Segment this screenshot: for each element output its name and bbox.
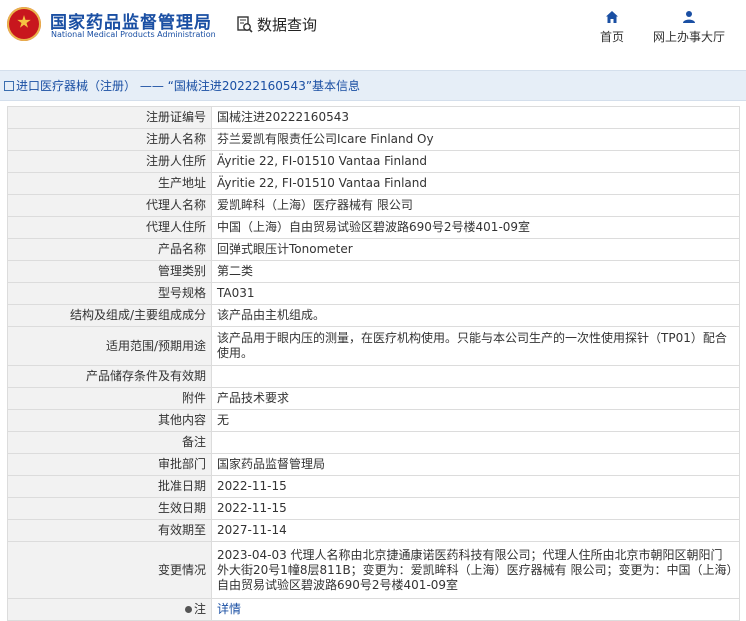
field-value: 2027-11-14 xyxy=(211,519,740,542)
table-row: 代理人住所 中国（上海）自由贸易试验区碧波路690号2号楼401-09室 xyxy=(7,216,740,239)
table-row: 代理人名称 爱凯眸科（上海）医疗器械有 限公司 xyxy=(7,194,740,217)
breadcrumb-text: 进口医疗器械（注册） —— “国械注进20222160543”基本信息 xyxy=(16,79,361,93)
table-row: 结构及组成/主要组成成分 该产品由主机组成。 xyxy=(7,304,740,327)
nav-online-hall[interactable]: 网上办事大厅 xyxy=(653,10,725,45)
field-label: 适用范围/预期用途 xyxy=(7,326,212,366)
table-row: 备注 xyxy=(7,431,740,454)
nav-home-label: 首页 xyxy=(600,30,625,44)
field-value: 国械注进20222160543 xyxy=(211,106,740,129)
note-value-cell: 详情 xyxy=(211,598,740,621)
table-row: 管理类别 第二类 xyxy=(7,260,740,283)
data-query-link[interactable]: 数据查询 xyxy=(237,14,317,35)
table-row: 注册人住所 Äyritie 22, FI-01510 Vantaa Finland xyxy=(7,150,740,173)
site-header: 国家药品监督管理局 National Medical Products Admi… xyxy=(0,0,746,60)
field-value: 该产品用于眼内压的测量，在医疗机构使用。只能与本公司生产的一次性使用探针（TP0… xyxy=(211,326,740,366)
field-label: 结构及组成/主要组成成分 xyxy=(7,304,212,327)
note-label: 注 xyxy=(193,602,206,616)
field-value: TA031 xyxy=(211,282,740,305)
field-label: 生效日期 xyxy=(7,497,212,520)
note-label-cell: 注 xyxy=(7,598,212,621)
field-label: 备注 xyxy=(7,431,212,454)
field-value: 回弹式眼压计Tonometer xyxy=(211,238,740,261)
emblem-logo-icon xyxy=(7,7,41,41)
table-row: 产品名称 回弹式眼压计Tonometer xyxy=(7,238,740,261)
note-row: 注 详情 xyxy=(7,598,740,621)
field-value: 该产品由主机组成。 xyxy=(211,304,740,327)
field-label: 变更情况 xyxy=(7,541,212,599)
field-label: 审批部门 xyxy=(7,453,212,476)
note-icon xyxy=(184,606,192,613)
user-icon xyxy=(683,11,695,23)
field-label: 产品储存条件及有效期 xyxy=(7,365,212,388)
field-value: 爱凯眸科（上海）医疗器械有 限公司 xyxy=(211,194,740,217)
page-icon xyxy=(4,80,14,91)
field-value: 中国（上海）自由贸易试验区碧波路690号2号楼401-09室 xyxy=(211,216,740,239)
field-label: 附件 xyxy=(7,387,212,410)
device-info-table: 注册证编号 国械注进20222160543 注册人名称 芬兰爱凯有限责任公司Icar… xyxy=(7,106,740,621)
field-label: 注册证编号 xyxy=(7,106,212,129)
field-value: 2023-04-03 代理人名称由北京捷通康诺医药科技有限公司；代理人住所由北京… xyxy=(211,541,740,599)
field-value: Äyritie 22, FI-01510 Vantaa Finland xyxy=(211,172,740,195)
field-label: 其他内容 xyxy=(7,409,212,432)
field-label: 代理人住所 xyxy=(7,216,212,239)
nav-home[interactable]: 首页 xyxy=(600,10,624,45)
table-row: 有效期至 2027-11-14 xyxy=(7,519,740,542)
field-label: 有效期至 xyxy=(7,519,212,542)
home-icon xyxy=(606,11,618,23)
table-row: 注册证编号 国械注进20222160543 xyxy=(7,106,740,129)
table-row: 附件 产品技术要求 xyxy=(7,387,740,410)
field-label: 注册人住所 xyxy=(7,150,212,173)
field-value xyxy=(211,431,740,454)
field-value: 无 xyxy=(211,409,740,432)
table-row: 注册人名称 芬兰爱凯有限责任公司Icare Finland Oy xyxy=(7,128,740,151)
data-query-label: 数据查询 xyxy=(257,16,318,34)
field-label: 代理人名称 xyxy=(7,194,212,217)
field-label: 型号规格 xyxy=(7,282,212,305)
nav-online-hall-label: 网上办事大厅 xyxy=(653,30,726,44)
table-row: 生效日期 2022-11-15 xyxy=(7,497,740,520)
field-value: 产品技术要求 xyxy=(211,387,740,410)
field-value xyxy=(211,365,740,388)
search-document-icon xyxy=(237,15,253,33)
details-link[interactable]: 详情 xyxy=(217,602,241,616)
table-row: 审批部门 国家药品监督管理局 xyxy=(7,453,740,476)
field-value: 2022-11-15 xyxy=(211,497,740,520)
field-label: 产品名称 xyxy=(7,238,212,261)
table-row: 变更情况 2023-04-03 代理人名称由北京捷通康诺医药科技有限公司；代理人住… xyxy=(7,541,740,599)
field-label: 批准日期 xyxy=(7,475,212,498)
field-value: 芬兰爱凯有限责任公司Icare Finland Oy xyxy=(211,128,740,151)
field-label: 生产地址 xyxy=(7,172,212,195)
table-row: 型号规格 TA031 xyxy=(7,282,740,305)
site-logo-subtitle: National Medical Products Administration xyxy=(51,30,216,39)
field-value: 2022-11-15 xyxy=(211,475,740,498)
field-label: 注册人名称 xyxy=(7,128,212,151)
table-row: 其他内容无 xyxy=(7,409,740,432)
breadcrumb: 进口医疗器械（注册） —— “国械注进20222160543”基本信息 xyxy=(0,70,746,101)
field-value: Äyritie 22, FI-01510 Vantaa Finland xyxy=(211,150,740,173)
field-value: 国家药品监督管理局 xyxy=(211,453,740,476)
table-row: 生产地址 Äyritie 22, FI-01510 Vantaa Finland xyxy=(7,172,740,195)
field-label: 管理类别 xyxy=(7,260,212,283)
table-row: 产品储存条件及有效期 xyxy=(7,365,740,388)
table-row: 批准日期 2022-11-15 xyxy=(7,475,740,498)
table-row: 适用范围/预期用途 该产品用于眼内压的测量，在医疗机构使用。只能与本公司生产的一次… xyxy=(7,326,740,366)
field-value: 第二类 xyxy=(211,260,740,283)
